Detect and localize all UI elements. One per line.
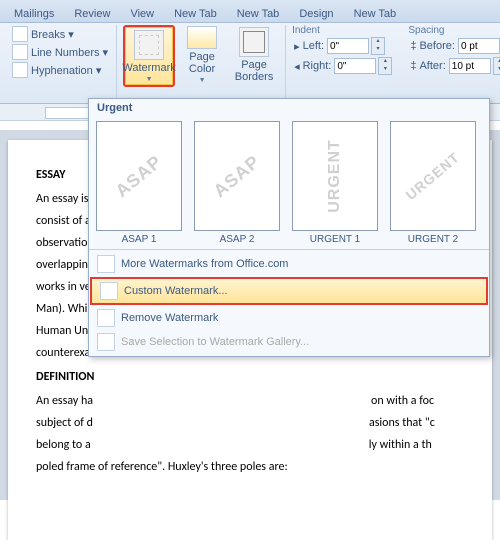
body-text: An essay haon with a foc [36, 392, 464, 410]
tab-review[interactable]: Review [64, 5, 120, 22]
more-watermarks-item[interactable]: More Watermarks from Office.com [89, 252, 489, 276]
watermark-option-asap1[interactable]: ASAPASAP 1 [95, 121, 183, 245]
breaks-button[interactable]: Breaks ▾ [10, 25, 110, 43]
ribbon-tabs: Mailings Review View New Tab New Tab Des… [0, 0, 500, 23]
gallery-section-title: Urgent [89, 99, 489, 117]
indent-label: Indent [292, 25, 394, 36]
tab-mailings[interactable]: Mailings [4, 5, 64, 22]
remove-watermark-item[interactable]: Remove Watermark [89, 306, 489, 330]
heading-definition: DEFINITION [36, 368, 464, 386]
body-text: subject of dasions that "c [36, 414, 464, 432]
spinner[interactable]: ▴▾ [493, 57, 500, 75]
indent-right-icon: ◂ [294, 60, 300, 73]
indent-right-input[interactable] [334, 58, 376, 74]
watermark-gallery: Urgent ASAPASAP 1 ASAPASAP 2 URGENTURGEN… [88, 98, 490, 357]
remove-icon [97, 309, 115, 327]
tab-new3[interactable]: New Tab [344, 5, 407, 22]
indent-left-icon: ▸ [294, 40, 300, 53]
tab-view[interactable]: View [120, 5, 164, 22]
hyphenation-button[interactable]: Hyphenation ▾ [10, 61, 110, 79]
body-text: poled frame of reference". Huxley's thre… [36, 458, 464, 476]
spacing-label: Spacing [408, 25, 500, 36]
page-icon [100, 282, 118, 300]
tab-design[interactable]: Design [289, 5, 343, 22]
tab-new2[interactable]: New Tab [227, 5, 290, 22]
watermark-button[interactable]: Watermark▼ [123, 25, 175, 87]
watermark-option-urgent2[interactable]: URGENTURGENT 2 [389, 121, 477, 245]
spacing-after-input[interactable] [449, 58, 491, 74]
page-borders-button[interactable]: Page Borders [229, 25, 279, 85]
save-icon [97, 333, 115, 351]
tab-new1[interactable]: New Tab [164, 5, 227, 22]
ribbon: Breaks ▾ Line Numbers ▾ Hyphenation ▾ Wa… [0, 23, 500, 104]
spacing-after-icon: ‡ [410, 60, 416, 72]
spacing-before-input[interactable] [458, 38, 500, 54]
indent-left-input[interactable] [327, 38, 369, 54]
spinner[interactable]: ▴▾ [378, 57, 392, 75]
watermark-option-asap2[interactable]: ASAPASAP 2 [193, 121, 281, 245]
spinner[interactable]: ▴▾ [371, 37, 385, 55]
page-color-icon [187, 26, 217, 49]
globe-icon [97, 255, 115, 273]
custom-watermark-item[interactable]: Custom Watermark... [90, 277, 488, 305]
line-numbers-button[interactable]: Line Numbers ▾ [10, 43, 110, 61]
page-borders-icon [239, 27, 269, 57]
spacing-before-icon: ‡ [410, 40, 416, 52]
save-watermark-item: Save Selection to Watermark Gallery... [89, 330, 489, 354]
page-color-button[interactable]: Page Color▼ [177, 25, 227, 85]
watermark-option-urgent1[interactable]: URGENTURGENT 1 [291, 121, 379, 245]
body-text: belong to aly within a th [36, 436, 464, 454]
watermark-icon [134, 30, 164, 60]
